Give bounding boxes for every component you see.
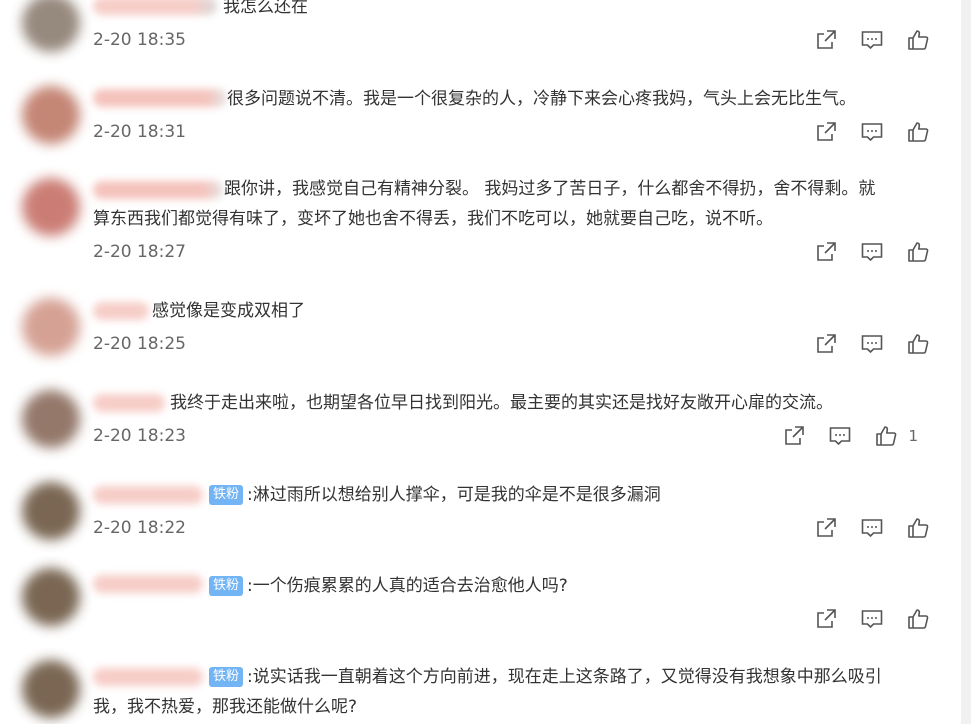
comment-text: :一个伤痕累累的人真的适合去治愈他人吗? [247, 576, 568, 596]
username[interactable] [93, 668, 203, 686]
avatar[interactable] [22, 298, 80, 356]
comment-item: 铁粉 :说实话我一直朝着这个方向前进，现在走上这条路了，又觉得没有我想象中那么吸… [0, 656, 960, 724]
avatar[interactable] [22, 482, 80, 540]
like-button[interactable] [906, 240, 930, 264]
comment-text-line2: 我，我不热爱，那我还能做什么呢? [93, 697, 358, 717]
fan-badge[interactable]: 铁粉 [209, 667, 244, 687]
comment-icon [861, 123, 883, 142]
username[interactable] [93, 394, 165, 412]
comment-icon [861, 243, 883, 262]
share-button[interactable] [814, 120, 838, 144]
share-icon [817, 609, 836, 628]
avatar[interactable] [22, 390, 80, 448]
share-icon [817, 122, 836, 141]
like-button[interactable] [906, 607, 930, 631]
like-button[interactable] [906, 120, 930, 144]
comment-text: :说实话我一直朝着这个方向前进，现在走上这条路了，又觉得没有我想象中那么吸引 [247, 667, 882, 687]
reply-button[interactable] [860, 332, 884, 356]
like-button[interactable] [906, 516, 930, 540]
username[interactable] [93, 302, 149, 320]
comment-icon [830, 427, 851, 446]
reply-button[interactable] [860, 607, 884, 631]
timestamp: 2-20 18:27 [93, 242, 186, 262]
like-count: 1 [908, 427, 918, 445]
timestamp: 2-20 18:22 [93, 518, 186, 538]
avatar[interactable] [22, 0, 80, 52]
reply-button[interactable] [828, 424, 852, 448]
comment-icon [861, 335, 883, 354]
avatar[interactable] [22, 86, 80, 144]
share-icon [817, 30, 836, 49]
thumbs-up-icon [908, 334, 929, 354]
comment-item: 铁粉 :一个伤痕累累的人真的适合去治愈他人吗? [0, 562, 960, 652]
reply-button[interactable] [860, 516, 884, 540]
share-button[interactable] [814, 516, 838, 540]
comment-text: 很多问题说不清。我是一个很复杂的人，冷静下来会心疼我妈，气头上会无比生气。 [227, 89, 856, 109]
comment-item: 我终于走出来啦，也期望各位早日找到阳光。最主要的其实还是找好友敞开心扉的交流。 … [0, 378, 960, 468]
share-button[interactable] [814, 28, 838, 52]
share-button[interactable] [814, 332, 838, 356]
like-button[interactable] [906, 332, 930, 356]
comment-icon [861, 31, 883, 50]
avatar[interactable] [22, 178, 80, 236]
comment-actions [814, 240, 930, 264]
username[interactable] [93, 181, 223, 199]
comment-text: 感觉像是变成双相了 [152, 301, 305, 321]
thumbs-up-icon [908, 242, 929, 262]
username[interactable] [93, 0, 217, 15]
timestamp: 2-20 18:23 [93, 426, 186, 446]
share-icon [817, 242, 836, 261]
share-icon [817, 518, 836, 537]
like-button[interactable] [906, 28, 930, 52]
avatar[interactable] [22, 568, 80, 626]
fan-badge[interactable]: 铁粉 [209, 576, 244, 596]
thumbs-up-icon [908, 518, 929, 538]
timestamp: 2-20 18:25 [93, 334, 186, 354]
comment-text: :淋过雨所以想给别人撑伞，可是我的伞是不是很多漏洞 [247, 485, 661, 505]
comment-actions: 1 [782, 424, 918, 448]
thumbs-up-icon [908, 609, 929, 629]
username[interactable] [93, 575, 203, 593]
comment-text: 我怎么还在 [223, 0, 308, 17]
comment-item: 跟你讲，我感觉自己有精神分裂。 我妈过多了苦日子，什么都舍不得扔，舍不得剩。就 … [0, 164, 960, 284]
comment-actions [814, 120, 930, 144]
share-icon [785, 426, 805, 445]
comment-item: 很多问题说不清。我是一个很复杂的人，冷静下来会心疼我妈，气头上会无比生气。 2-… [0, 72, 960, 162]
username[interactable] [93, 89, 227, 107]
thumbs-up-icon [908, 30, 929, 50]
reply-button[interactable] [860, 240, 884, 264]
comment-actions [814, 332, 930, 356]
share-button[interactable] [782, 424, 806, 448]
timestamp: 2-20 18:35 [93, 30, 186, 50]
comment-actions [814, 607, 930, 631]
avatar[interactable] [22, 660, 80, 718]
share-button[interactable] [814, 607, 838, 631]
comment-item: 铁粉 :淋过雨所以想给别人撑伞，可是我的伞是不是很多漏洞 2-20 18:22 [0, 470, 960, 560]
reply-button[interactable] [860, 28, 884, 52]
fan-badge[interactable]: 铁粉 [209, 485, 244, 505]
scrollbar[interactable] [961, 0, 971, 724]
comment-text: 我终于走出来啦，也期望各位早日找到阳光。最主要的其实还是找好友敞开心扉的交流。 [170, 393, 833, 413]
comment-icon [861, 519, 883, 538]
comment-actions [814, 28, 930, 52]
comment-item: 感觉像是变成双相了 2-20 18:25 [0, 286, 960, 376]
comment-actions [814, 516, 930, 540]
thumbs-up-icon [876, 426, 897, 446]
like-button[interactable]: 1 [874, 424, 918, 448]
comment-text: 跟你讲，我感觉自己有精神分裂。 我妈过多了苦日子，什么都舍不得扔，舍不得剩。就 [224, 179, 876, 199]
comment-text-line2: 算东西我们都觉得有味了，变坏了她也舍不得丢，我们不吃可以，她就要自己吃，说不听。 [93, 209, 773, 229]
thumbs-up-icon [908, 122, 929, 142]
username[interactable] [93, 486, 203, 504]
share-button[interactable] [814, 240, 838, 264]
share-icon [817, 334, 836, 353]
comment-icon [861, 610, 883, 629]
timestamp: 2-20 18:31 [93, 122, 186, 142]
reply-button[interactable] [860, 120, 884, 144]
